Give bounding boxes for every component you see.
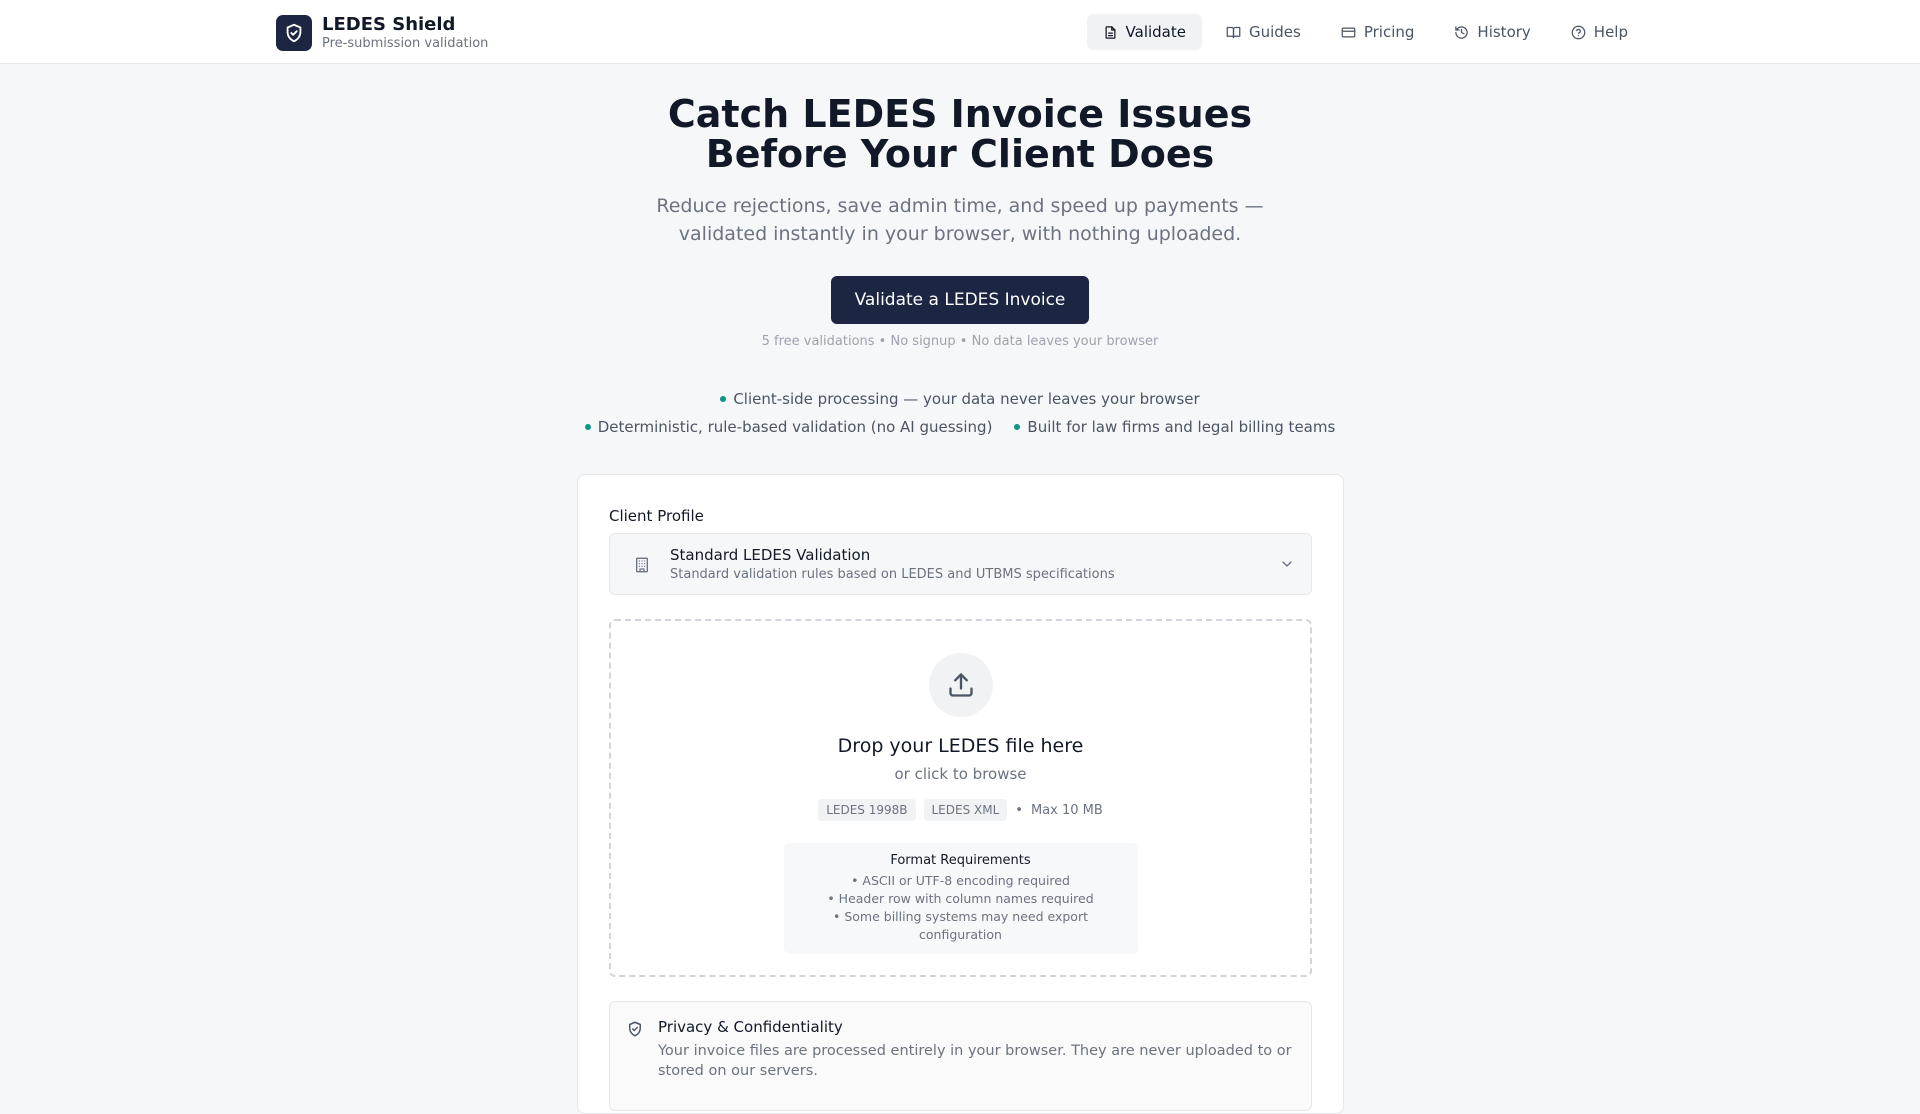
brand[interactable]: LEDES Shield Pre-submission validation (276, 14, 488, 52)
hero-title: Catch LEDES Invoice Issues Before Your C… (0, 94, 1920, 174)
supported-formats: LEDES 1998B LEDES XML • Max 10 MB (611, 799, 1310, 821)
profile-selected-title: Standard LEDES Validation (670, 546, 871, 564)
feature-text: Built for law firms and legal billing te… (1027, 418, 1336, 436)
hero-section: Catch LEDES Invoice Issues Before Your C… (0, 64, 1920, 445)
format-requirements: Format Requirements • ASCII or UTF-8 enc… (783, 843, 1138, 954)
history-icon (1455, 25, 1469, 39)
hero-subtitle-line-2: validated instantly in your browser, wit… (678, 223, 1242, 245)
feature-text: Deterministic, rule-based validation (no… (597, 418, 993, 436)
upload-icon (928, 653, 993, 717)
feature-list: Client-side processing — your data never… (0, 389, 1920, 437)
nav-help[interactable]: Help (1555, 14, 1644, 50)
cta-note: 5 free validations • No signup • No data… (761, 334, 1159, 349)
help-icon (1571, 25, 1586, 39)
dropzone-title: Drop your LEDES file here (837, 735, 1084, 757)
nav-help-label: Help (1593, 23, 1628, 41)
nav-pricing[interactable]: Pricing (1325, 14, 1431, 50)
format-separator: • (1015, 802, 1023, 818)
feature-item: Client-side processing — your data never… (720, 389, 1200, 409)
bullet-dot-icon (1014, 424, 1021, 430)
client-profile-select[interactable]: Standard LEDES Validation Standard valid… (609, 533, 1312, 595)
bullet-dot-icon (720, 396, 727, 402)
privacy-notice: Privacy & Confidentiality Your invoice f… (609, 1001, 1312, 1111)
nav-validate[interactable]: Validate (1086, 14, 1202, 50)
nav-guides-label: Guides (1248, 23, 1301, 41)
file-icon (1105, 25, 1116, 39)
nav-guides[interactable]: Guides (1210, 14, 1317, 50)
shield-check-icon (629, 1021, 641, 1037)
requirement-item: • Some billing systems may need export c… (832, 909, 1088, 942)
profile-selected-description: Standard validation rules based on LEDES… (670, 567, 1115, 582)
dropzone-subtitle: or click to browse (894, 765, 1027, 783)
building-icon (628, 551, 656, 579)
privacy-text: Your invoice files are processed entirel… (658, 1043, 1292, 1079)
validation-card: Client Profile Standard LEDES Validation… (577, 474, 1344, 1114)
format-tag: LEDES 1998B (818, 799, 916, 821)
brand-name: LEDES Shield (322, 14, 456, 35)
hero-title-line-2: Before Your Client Does (705, 132, 1215, 176)
book-icon (1226, 26, 1241, 38)
nav-history[interactable]: History (1438, 14, 1546, 50)
requirement-item: • ASCII or UTF-8 encoding required (851, 873, 1070, 888)
main-nav: Validate Guides Pricing History Help (1086, 14, 1644, 50)
feature-text: Client-side processing — your data never… (733, 390, 1200, 408)
privacy-title: Privacy & Confidentiality (658, 1018, 843, 1036)
hero-subtitle: Reduce rejections, save admin time, and … (0, 192, 1920, 248)
bullet-dot-icon (584, 424, 591, 430)
validate-invoice-button[interactable]: Validate a LEDES Invoice (830, 276, 1090, 324)
brand-subtitle: Pre-submission validation (322, 36, 489, 51)
top-navigation-bar: LEDES Shield Pre-submission validation V… (0, 0, 1920, 64)
hero-title-line-1: Catch LEDES Invoice Issues (667, 92, 1253, 136)
max-size-text: Max 10 MB (1030, 802, 1103, 818)
file-dropzone[interactable]: Drop your LEDES file here or click to br… (609, 619, 1312, 977)
chevron-down-icon (1282, 561, 1292, 567)
feature-item: Built for law firms and legal billing te… (1014, 417, 1335, 437)
requirements-title: Format Requirements (890, 853, 1031, 868)
nav-pricing-label: Pricing (1363, 23, 1415, 41)
requirement-item: • Header row with column names required (827, 891, 1094, 906)
feature-item: Deterministic, rule-based validation (no… (584, 417, 993, 437)
nav-validate-label: Validate (1125, 23, 1186, 41)
format-tag: LEDES XML (923, 799, 1008, 821)
shield-logo-icon (276, 15, 312, 51)
card-icon (1341, 27, 1356, 37)
client-profile-label: Client Profile (609, 507, 704, 525)
nav-history-label: History (1477, 23, 1531, 41)
hero-subtitle-line-1: Reduce rejections, save admin time, and … (656, 195, 1264, 217)
